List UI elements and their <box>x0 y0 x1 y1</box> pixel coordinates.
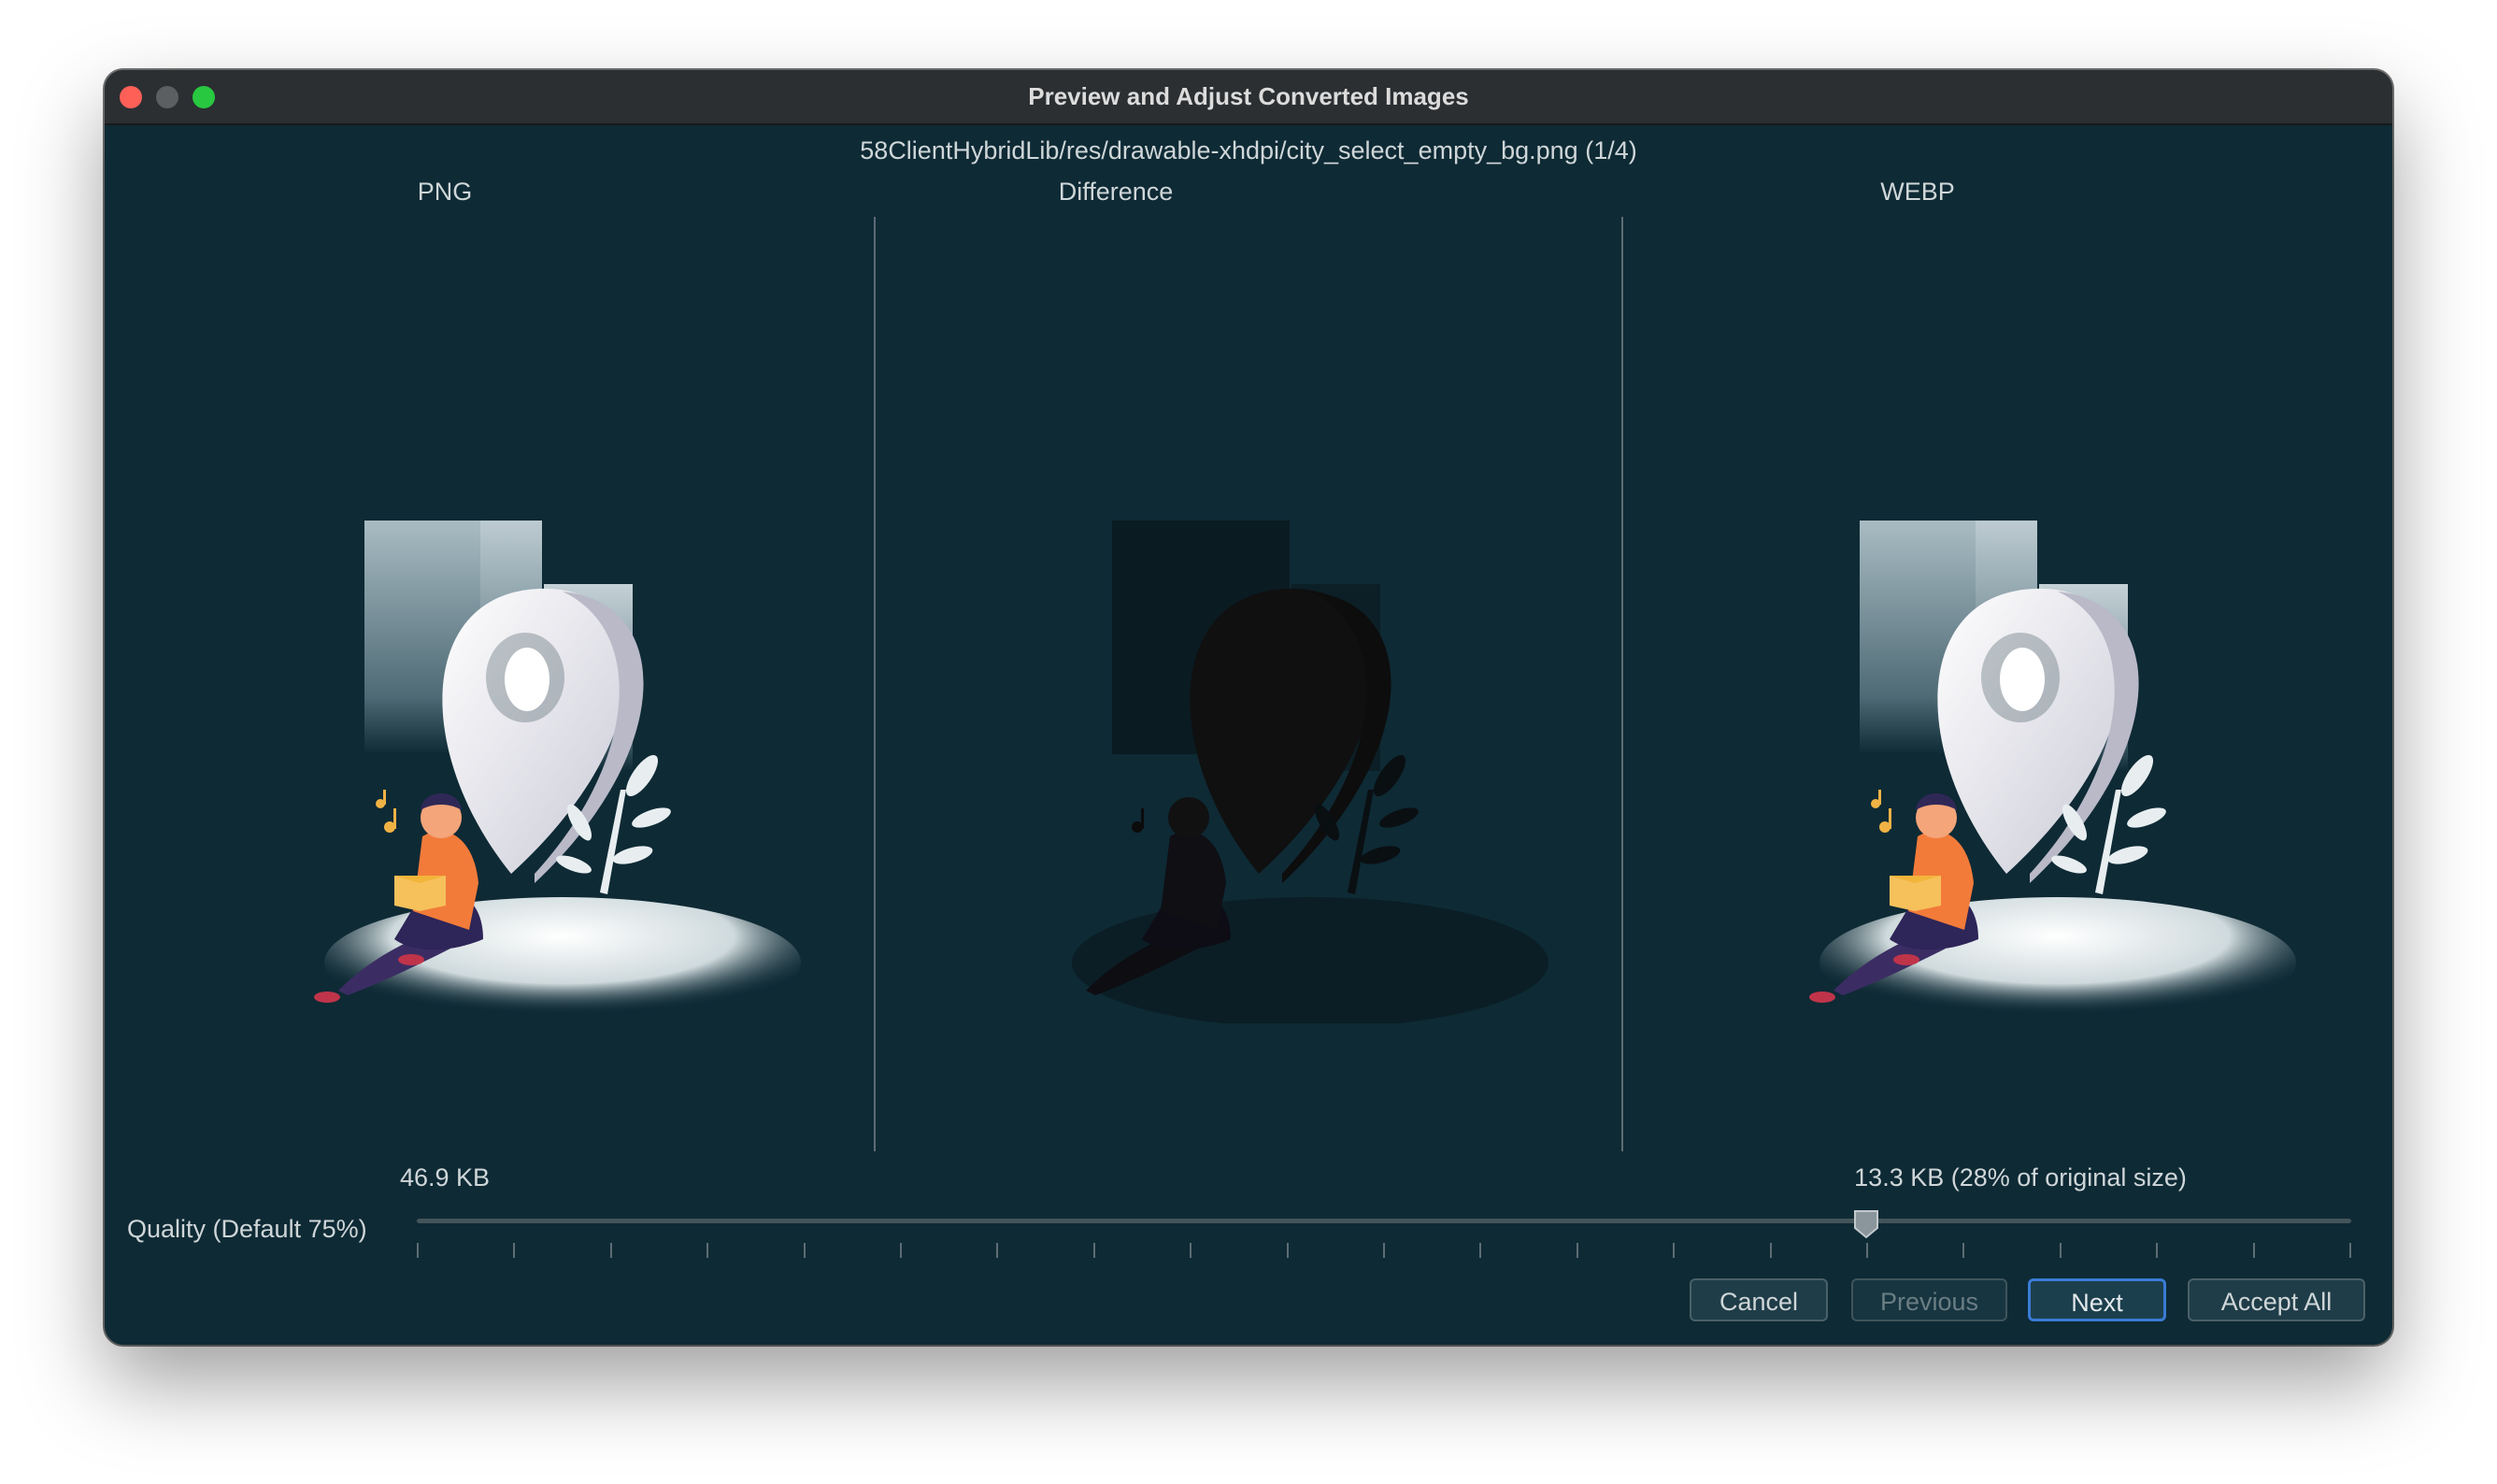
slider-tick <box>2156 1243 2158 1258</box>
slider-tick <box>1093 1243 1095 1258</box>
quality-label: Quality (Default 75%) <box>127 1215 367 1243</box>
difference-panel-label: Difference <box>1058 178 1174 206</box>
png-preview-image <box>314 521 801 1023</box>
slider-tick <box>1383 1243 1385 1258</box>
slider-track[interactable] <box>417 1219 2351 1223</box>
webp-panel-label: WEBP <box>1880 178 1955 206</box>
panel-divider <box>1621 217 1623 1151</box>
slider-tick <box>2253 1243 2255 1258</box>
slider-tick <box>1577 1243 1578 1258</box>
slider-tick <box>1962 1243 1964 1258</box>
file-path: 58ClientHybridLib/res/drawable-xhdpi/cit… <box>860 136 1637 164</box>
slider-tick <box>1479 1243 1481 1258</box>
slider-tick <box>417 1243 419 1258</box>
title-bar: Preview and Adjust Converted Images <box>105 70 2392 125</box>
png-panel-label: PNG <box>417 178 473 206</box>
slider-tick <box>1190 1243 1191 1258</box>
window-title: Preview and Adjust Converted Images <box>1028 82 1469 110</box>
slider-thumb-icon[interactable] <box>1853 1209 1879 1239</box>
previous-button[interactable]: Previous <box>1851 1278 2007 1321</box>
accept-all-button[interactable]: Accept All <box>2188 1278 2365 1321</box>
slider-tick <box>2060 1243 2062 1258</box>
slider-tick <box>1866 1243 1868 1258</box>
cancel-button[interactable]: Cancel <box>1690 1278 1828 1321</box>
slider-tick <box>900 1243 902 1258</box>
slider-tick <box>804 1243 806 1258</box>
quality-slider[interactable] <box>417 1202 2351 1258</box>
webp-size-label: 13.3 KB (28% of original size) <box>1854 1163 2187 1191</box>
dialog-window: Preview and Adjust Converted Images 58Cl… <box>105 70 2392 1345</box>
slider-tick <box>513 1243 515 1258</box>
panel-divider <box>874 217 876 1151</box>
slider-tick <box>996 1243 998 1258</box>
slider-tick <box>1770 1243 1772 1258</box>
slider-tick <box>2349 1243 2351 1258</box>
slider-tick <box>1287 1243 1289 1258</box>
slider-tick <box>706 1243 708 1258</box>
slider-tick <box>1673 1243 1675 1258</box>
webp-preview-image <box>1809 521 2296 1023</box>
png-size-label: 46.9 KB <box>399 1163 491 1191</box>
difference-preview-image <box>1072 521 1548 1023</box>
next-button[interactable]: Next <box>2028 1278 2166 1321</box>
slider-tick <box>610 1243 612 1258</box>
